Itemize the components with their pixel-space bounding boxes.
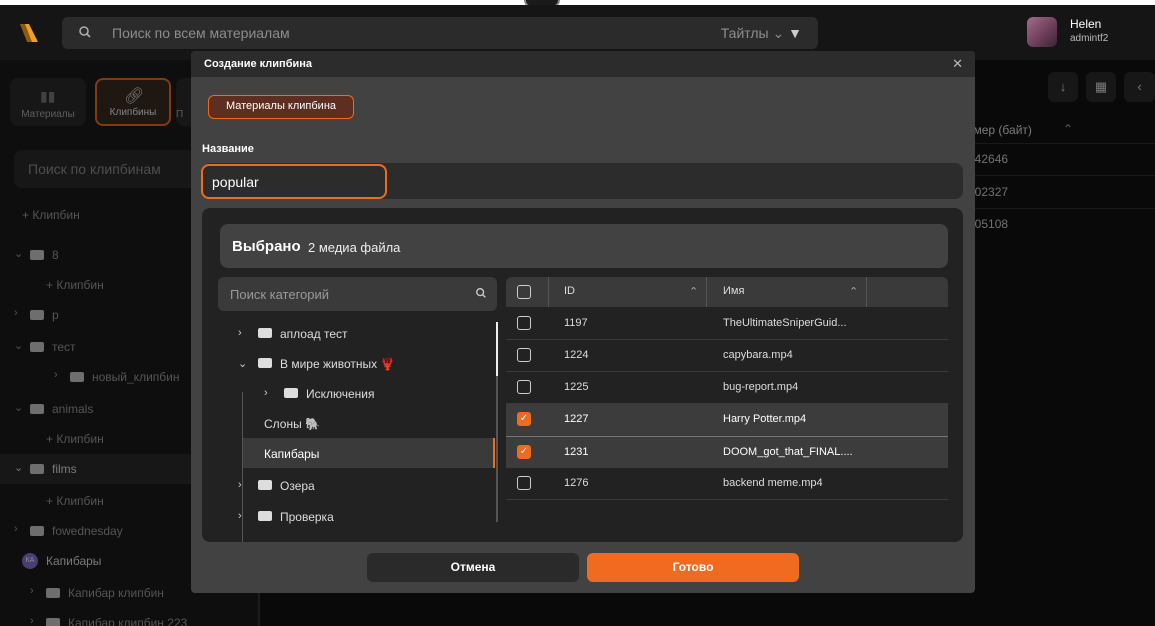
category-elephants[interactable]: Слоны 🐘 xyxy=(218,408,493,438)
name-label: Название xyxy=(202,143,254,155)
row-checkbox[interactable] xyxy=(517,348,531,362)
category-label: Слоны 🐘 xyxy=(264,417,321,431)
title-filter[interactable]: Тайтлы ⌄ ▼ xyxy=(721,25,802,42)
selection-summary: Выбрано 2 медиа файла xyxy=(220,224,948,268)
avatar[interactable] xyxy=(1027,17,1057,47)
row-checkbox-checked[interactable]: ✓ xyxy=(517,412,531,426)
selected-count: 2 медиа файла xyxy=(308,240,401,255)
table-row[interactable]: 1225 bug-report.mp4 xyxy=(506,372,948,404)
folder-icon xyxy=(258,480,272,490)
table-row[interactable]: ✓ 1231 DOOM_got_that_FINAL.... xyxy=(506,436,948,468)
close-icon[interactable]: ✕ xyxy=(952,56,963,72)
media-table-header: ID ⌃ Имя ⌃ xyxy=(506,277,948,307)
category-label: Капибары xyxy=(264,447,320,461)
name-column-header[interactable]: Имя xyxy=(723,285,744,297)
row-checkbox-checked[interactable]: ✓ xyxy=(517,445,531,459)
row-checkbox[interactable] xyxy=(517,316,531,330)
table-row[interactable]: 1197 TheUltimateSniperGuid... xyxy=(506,308,948,340)
row-name: Harry Potter.mp4 xyxy=(723,413,807,425)
user-login: admintf2 xyxy=(1070,33,1109,44)
category-label: Озера xyxy=(280,479,315,493)
row-checkbox[interactable] xyxy=(517,476,531,490)
category-label: Исключения xyxy=(306,387,375,401)
chevron-right-icon: › xyxy=(264,387,268,399)
row-name: backend meme.mp4 xyxy=(723,477,823,489)
table-row[interactable]: ✓ 1227 Harry Potter.mp4 xyxy=(506,404,948,436)
category-search[interactable]: Поиск категорий xyxy=(218,277,497,311)
filter-icon: ▼ xyxy=(788,25,802,41)
table-row[interactable]: 1276 backend meme.mp4 xyxy=(506,468,948,500)
category-check[interactable]: › Проверка xyxy=(218,501,493,531)
row-name: bug-report.mp4 xyxy=(723,381,799,393)
clipbin-materials-button[interactable]: Материалы клипбина xyxy=(208,95,354,119)
chevron-right-icon: › xyxy=(238,327,242,339)
row-id: 1197 xyxy=(564,317,588,329)
global-search-placeholder: Поиск по всем материалам xyxy=(112,25,290,41)
tree-guide xyxy=(242,392,243,542)
search-icon xyxy=(79,26,91,38)
row-id: 1231 xyxy=(564,446,589,458)
chevron-up-icon[interactable]: ⌃ xyxy=(689,285,698,298)
category-scrollbar-track[interactable] xyxy=(496,376,498,522)
folder-icon xyxy=(258,328,272,338)
folder-icon xyxy=(258,358,272,368)
app-logo[interactable] xyxy=(18,22,40,44)
category-upload-test[interactable]: › аплоад тест xyxy=(218,318,493,348)
user-name: Helen xyxy=(1070,17,1102,31)
chevron-down-icon: ⌄ xyxy=(772,25,785,41)
row-id: 1227 xyxy=(564,413,589,425)
category-animals-world[interactable]: ⌄ В мире животных 🦞 xyxy=(218,348,493,378)
user-menu[interactable]: Helen admintf2 xyxy=(1027,17,1137,53)
global-search[interactable]: Поиск по всем материалам Тайтлы ⌄ ▼ xyxy=(62,17,818,49)
divider xyxy=(866,277,867,307)
selected-indicator xyxy=(493,438,495,468)
row-name: TheUltimateSniperGuid... xyxy=(723,317,847,329)
row-name: DOOM_got_that_FINAL.... xyxy=(723,446,853,458)
done-button[interactable]: Готово xyxy=(587,553,799,582)
category-exceptions[interactable]: › Исключения xyxy=(218,378,493,408)
media-picker-panel: Выбрано 2 медиа файла Поиск категорий › а… xyxy=(202,208,963,542)
category-search-placeholder: Поиск категорий xyxy=(230,287,330,302)
row-id: 1225 xyxy=(564,381,589,393)
select-all-checkbox[interactable] xyxy=(517,285,531,299)
name-input[interactable] xyxy=(201,164,387,199)
row-name: capybara.mp4 xyxy=(723,349,793,361)
create-clipbin-modal: Создание клипбина ✕ Материалы клипбина Н… xyxy=(191,51,975,593)
category-scrollbar-thumb[interactable] xyxy=(496,322,498,376)
category-lakes[interactable]: › Озера xyxy=(218,470,493,500)
category-label: В мире животных 🦞 xyxy=(280,357,396,371)
folder-icon xyxy=(284,388,298,398)
row-id: 1276 xyxy=(564,477,589,489)
chevron-up-icon[interactable]: ⌃ xyxy=(849,285,858,298)
modal-header: Создание клипбина ✕ xyxy=(191,51,975,77)
search-icon[interactable] xyxy=(475,287,487,299)
id-column-header[interactable]: ID xyxy=(564,285,575,297)
cancel-button[interactable]: Отмена xyxy=(367,553,579,582)
chevron-down-icon: ⌄ xyxy=(238,358,248,370)
title-filter-label: Тайтлы xyxy=(720,25,769,41)
modal-title: Создание клипбина xyxy=(204,58,313,70)
divider xyxy=(706,277,707,307)
row-id: 1224 xyxy=(564,349,589,361)
table-row[interactable]: 1224 capybara.mp4 xyxy=(506,340,948,372)
folder-icon xyxy=(258,511,272,521)
row-checkbox[interactable] xyxy=(517,380,531,394)
selected-label: Выбрано xyxy=(232,238,301,255)
category-label: аплоад тест xyxy=(280,327,348,341)
category-capybaras[interactable]: Капибары xyxy=(242,438,493,468)
divider xyxy=(548,277,549,307)
category-label: Проверка xyxy=(280,510,334,524)
